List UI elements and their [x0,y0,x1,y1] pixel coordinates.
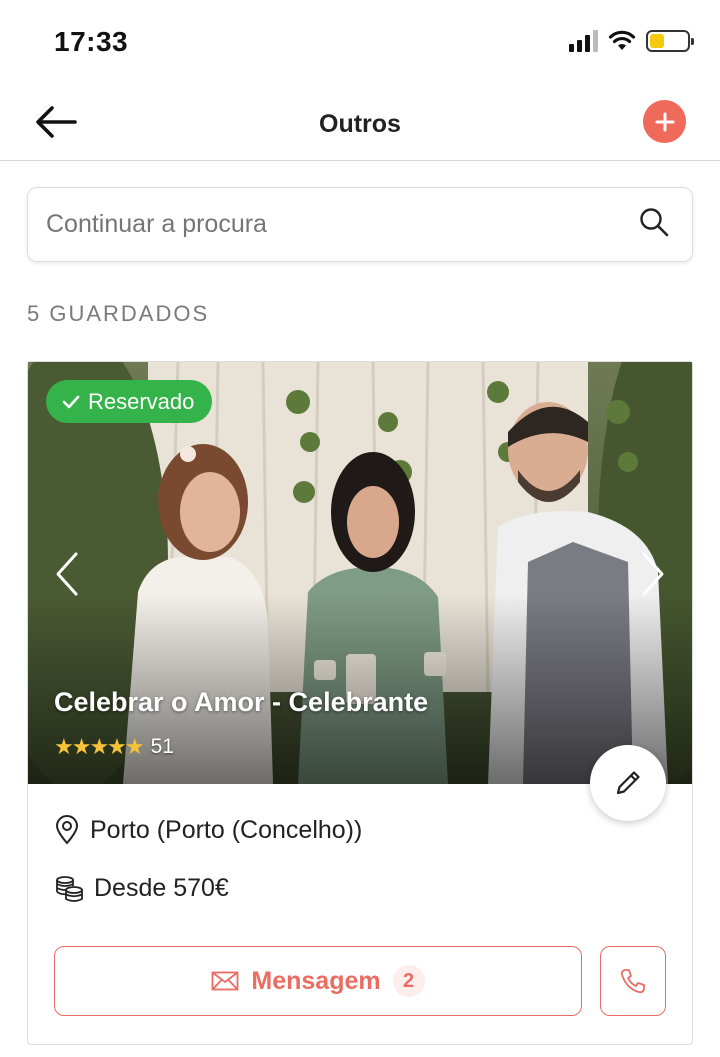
search-input[interactable] [46,188,606,260]
signal-icon [569,30,598,52]
status-bar: 17:33 [0,0,720,86]
message-button[interactable]: Mensagem 2 [54,946,582,1016]
status-time: 17:33 [54,26,129,57]
price-text: Desde 570€ [94,874,229,902]
location-text: Porto (Porto (Concelho)) [90,815,363,844]
vendor-name[interactable]: Celebrar o Amor - Celebrante [54,687,428,718]
rating-stars: ★★★★★ [54,734,145,759]
chevron-left-icon[interactable] [50,550,86,598]
edit-button[interactable] [590,745,666,821]
battery-icon [646,30,694,52]
location-row: Porto (Porto (Concelho)) [54,815,362,845]
chevron-right-icon[interactable] [634,550,670,598]
search-box[interactable] [27,187,693,262]
envelope-icon [211,971,239,991]
status-icons [569,30,694,52]
call-button[interactable] [600,946,666,1016]
message-button-label: Mensagem [251,966,381,995]
add-button[interactable] [643,100,686,143]
price-row: Desde 570€ [54,874,229,903]
coins-icon [56,875,83,902]
page-title: Outros [319,110,401,138]
vendor-card[interactable]: Reservado Celebrar o Amor - Celebrante ★… [27,361,693,1045]
saved-count-label: 5 GUARDADOS [27,301,210,326]
wifi-icon [608,30,636,50]
reserved-badge-label: Reservado [88,388,195,414]
plus-icon [655,112,674,131]
check-icon [62,395,80,408]
phone-icon [620,969,645,994]
review-count: 51 [150,735,174,758]
message-count-badge: 2 [392,965,425,997]
location-pin-icon [55,815,79,845]
vendor-photo-image [28,362,692,784]
vendor-photo[interactable]: Reservado Celebrar o Amor - Celebrante ★… [28,362,692,784]
reserved-badge: Reservado [46,380,213,423]
nav-bar: Outros [0,86,720,161]
rating: ★★★★★ 51 [54,734,174,760]
pencil-icon [616,771,640,795]
search-icon[interactable] [638,206,670,238]
